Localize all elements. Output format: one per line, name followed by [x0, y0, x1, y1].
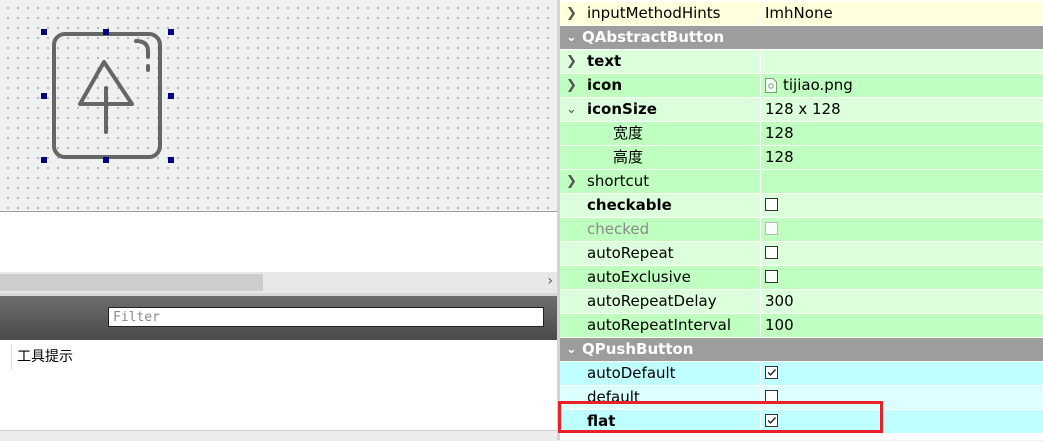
check-mark-icon: [767, 369, 777, 377]
list-item[interactable]: 工具提示: [17, 346, 73, 366]
column-divider: [760, 362, 761, 386]
action-editor-toolbar: [0, 296, 557, 340]
prop-row-checked[interactable]: checked: [560, 218, 1043, 242]
prop-row-height[interactable]: 高度 128: [560, 146, 1043, 170]
prop-value[interactable]: 128: [765, 146, 794, 169]
collapse-arrow-icon[interactable]: ⌄: [566, 338, 577, 361]
prop-row-auto-repeat-delay[interactable]: autoRepeatDelay 300: [560, 290, 1043, 314]
column-divider: [760, 266, 761, 290]
resize-handle-n[interactable]: [103, 29, 109, 35]
prop-name: autoRepeatInterval: [587, 316, 732, 334]
expand-arrow-icon[interactable]: ❯: [566, 170, 577, 193]
prop-name: autoRepeat: [587, 244, 674, 262]
column-divider: [760, 242, 761, 266]
prop-row-text[interactable]: ❯ text: [560, 50, 1043, 74]
filter-input[interactable]: [108, 307, 544, 327]
collapse-arrow-icon[interactable]: ⌄: [566, 98, 577, 121]
prop-name: iconSize: [587, 100, 657, 118]
prop-value[interactable]: 100: [765, 314, 794, 337]
property-editor[interactable]: ❯ inputMethodHints ImhNone ⌄ QAbstractBu…: [560, 0, 1043, 440]
prop-row-width[interactable]: 宽度 128: [560, 122, 1043, 146]
tijiao-icon: [52, 32, 162, 159]
flat-highlight-box: [558, 401, 883, 433]
column-divider: [760, 146, 761, 170]
column-divider: [760, 194, 761, 218]
column-divider: [760, 74, 761, 98]
category-qpushbutton[interactable]: ⌄ QPushButton: [560, 338, 1043, 362]
column-divider: [760, 290, 761, 314]
auto-exclusive-checkbox[interactable]: [765, 270, 778, 283]
expand-arrow-icon[interactable]: ❯: [566, 50, 577, 73]
bottom-scroll-strip: [0, 430, 557, 441]
prop-value[interactable]: ImhNone: [765, 2, 833, 25]
prop-name: autoExclusive: [587, 268, 691, 286]
prop-name: icon: [587, 76, 623, 94]
category-label: QPushButton: [582, 340, 694, 358]
column-divider: [760, 2, 761, 26]
resize-handle-s[interactable]: [103, 157, 109, 163]
prop-name: checkable: [587, 196, 672, 214]
column-divider: [760, 314, 761, 338]
column-divider: [760, 218, 761, 242]
action-list[interactable]: 工具提示: [0, 340, 557, 430]
prop-name: checked: [587, 220, 650, 238]
resize-handle-nw[interactable]: [41, 29, 47, 35]
column-divider: [760, 170, 761, 194]
auto-repeat-checkbox[interactable]: [765, 246, 778, 259]
prop-row-auto-default[interactable]: autoDefault: [560, 362, 1043, 386]
category-qabstractbutton[interactable]: ⌄ QAbstractButton: [560, 26, 1043, 50]
resize-handle-w[interactable]: [41, 93, 47, 99]
selected-push-button[interactable]: [44, 32, 172, 160]
resize-handle-se[interactable]: [168, 157, 174, 163]
prop-name: shortcut: [587, 172, 650, 190]
prop-value[interactable]: 128: [765, 122, 794, 145]
form-canvas[interactable]: [0, 0, 557, 211]
column-divider: [760, 122, 761, 146]
expand-arrow-icon[interactable]: ❯: [566, 74, 577, 97]
list-column-separator: [11, 344, 12, 370]
image-file-icon: [765, 78, 777, 93]
prop-name: autoRepeatDelay: [587, 292, 717, 310]
prop-value[interactable]: 300: [765, 290, 794, 313]
checked-checkbox: [765, 222, 778, 235]
prop-name: autoDefault: [587, 364, 676, 382]
prop-row-icon-size[interactable]: ⌄ iconSize 128 x 128: [560, 98, 1043, 122]
prop-name: 高度: [613, 148, 644, 166]
scroll-right-arrow-icon[interactable]: ›: [547, 273, 553, 289]
expand-arrow-icon[interactable]: ❯: [566, 2, 577, 25]
prop-name: inputMethodHints: [587, 4, 721, 22]
column-divider: [760, 98, 761, 122]
horizontal-scrollbar[interactable]: ›: [0, 272, 557, 293]
prop-row-icon[interactable]: ❯ icon tijiao.png: [560, 74, 1043, 98]
icon-file-name: tijiao.png: [783, 76, 853, 94]
prop-row-auto-exclusive[interactable]: autoExclusive: [560, 266, 1043, 290]
form-empty-area: [0, 212, 557, 272]
prop-row-shortcut[interactable]: ❯ shortcut: [560, 170, 1043, 194]
category-label: QAbstractButton: [582, 28, 725, 46]
scrollbar-thumb[interactable]: [0, 274, 263, 291]
prop-name: text: [587, 52, 622, 70]
auto-default-checkbox[interactable]: [765, 366, 778, 379]
resize-handle-ne[interactable]: [168, 29, 174, 35]
prop-row-checkable[interactable]: checkable: [560, 194, 1043, 218]
prop-row-auto-repeat-interval[interactable]: autoRepeatInterval 100: [560, 314, 1043, 338]
resize-handle-e[interactable]: [168, 93, 174, 99]
prop-name: 宽度: [613, 124, 644, 142]
column-divider: [760, 50, 761, 74]
checkable-checkbox[interactable]: [765, 198, 778, 211]
prop-row-auto-repeat[interactable]: autoRepeat: [560, 242, 1043, 266]
prop-value[interactable]: tijiao.png: [765, 74, 853, 97]
prop-row-input-method-hints[interactable]: ❯ inputMethodHints ImhNone: [560, 2, 1043, 26]
resize-handle-sw[interactable]: [41, 157, 47, 163]
prop-value[interactable]: 128 x 128: [765, 98, 841, 121]
collapse-arrow-icon[interactable]: ⌄: [566, 26, 577, 49]
